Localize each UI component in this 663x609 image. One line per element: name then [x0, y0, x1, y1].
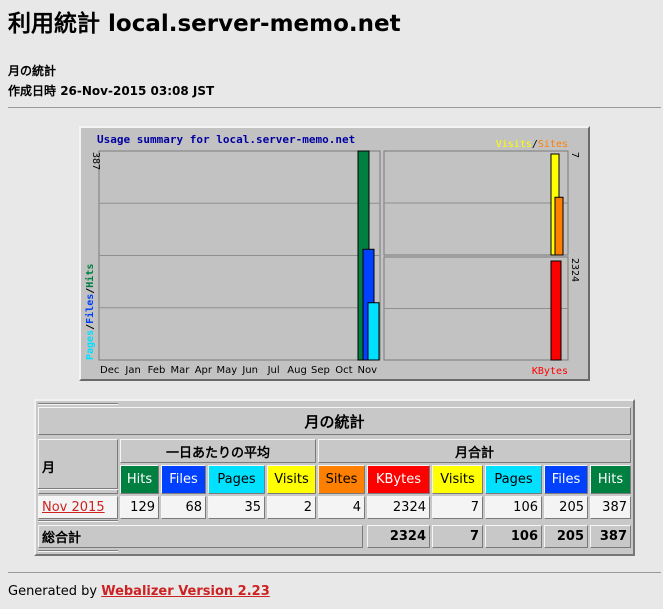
table-cell-pages: 35 [208, 496, 265, 519]
column-header-files: Files [161, 465, 206, 494]
column-header-pages: Pages [485, 465, 542, 494]
column-header-hits: Hits [590, 465, 631, 494]
month-column-header: 月 [38, 439, 118, 494]
grand-total-label: 総合計 [38, 525, 363, 548]
month-label: Mar [171, 365, 191, 376]
legend-visits: Visits [496, 139, 532, 150]
usage-summary-chart: Usage summary for local.server-memo.net V… [79, 126, 590, 381]
month-label: Oct [335, 365, 352, 376]
generated-value: 26-Nov-2015 03:08 JST [60, 84, 215, 98]
month-label: Dec [100, 365, 119, 376]
legend-sites: Sites [538, 139, 568, 150]
legend-hits: Hits [84, 264, 96, 288]
total-hits: 387 [590, 525, 631, 548]
month-label: Apr [195, 365, 213, 376]
month-label: May [216, 365, 237, 376]
column-header-kbytes: KBytes [367, 465, 430, 494]
table-ridge [38, 403, 118, 405]
right-top-legend: Visits/Sites [496, 139, 568, 150]
table-cell-kbytes: 2324 [367, 496, 430, 519]
total-files: 205 [544, 525, 588, 548]
webalizer-link[interactable]: Webalizer Version 2.23 [101, 584, 270, 599]
table-cell-pages: 106 [485, 496, 542, 519]
total-visits: 7 [432, 525, 483, 548]
footer-prefix: Generated by [8, 584, 98, 599]
page-title: 利用統計 local.server-memo.net [8, 11, 401, 37]
column-header-visits: Visits [267, 465, 316, 494]
column-header-files: Files [544, 465, 588, 494]
table-cell-files: 68 [161, 496, 206, 519]
column-header-hits: Hits [120, 465, 159, 494]
generated-label: 作成日時 [8, 84, 57, 98]
legend-files: Files [84, 294, 96, 324]
bar-kbytes [550, 260, 562, 361]
month-label: Nov [358, 365, 378, 376]
column-header-visits: Visits [432, 465, 483, 494]
table-ridge [38, 488, 118, 490]
usage-chart-svg: Usage summary for local.server-memo.net V… [84, 133, 580, 377]
total-kbytes: 2324 [367, 525, 430, 548]
column-header-sites: Sites [318, 465, 365, 494]
table-cell-visits: 2 [267, 496, 316, 519]
table-ridge [38, 550, 118, 552]
legend-pages: Pages [85, 330, 96, 360]
month-label: Aug [287, 365, 307, 376]
daily-average-header: 一日あたりの平均 [120, 439, 316, 463]
table-cell-hits: 387 [590, 496, 631, 519]
page-subtitle: 月の統計 [8, 64, 57, 78]
monthly-total-header: 月合計 [318, 439, 631, 463]
table-cell-hits: 129 [120, 496, 159, 519]
left-axis-max: 387 [90, 152, 101, 170]
table-cell-visits: 7 [432, 496, 483, 519]
generated-line: 作成日時 26-Nov-2015 03:08 JST [8, 82, 214, 99]
kbytes-legend: KBytes [532, 366, 568, 377]
divider-bottom [8, 572, 661, 573]
month-label: Jan [124, 365, 140, 376]
table-ridge [38, 520, 118, 522]
right-top-axis-max: 7 [569, 152, 580, 158]
total-pages: 106 [485, 525, 542, 548]
month-cell: Nov 2015 [38, 496, 118, 519]
monthly-stats-table: 月の統計 月 一日あたりの平均 月合計 Hits Files Pages Visits… [34, 399, 635, 556]
chart-title: Usage summary for local.server-memo.net [97, 133, 355, 146]
month-label: Jul [267, 365, 280, 376]
left-legend: Pages/Files/Hits [84, 264, 96, 360]
month-link[interactable]: Nov 2015 [42, 500, 105, 515]
table-cell-files: 205 [544, 496, 588, 519]
month-label: Jun [241, 365, 258, 376]
right-bottom-axis-max: 2324 [569, 258, 580, 282]
bar-pages [367, 302, 380, 361]
month-label: Feb [148, 365, 166, 376]
table-caption: 月の統計 [38, 407, 631, 435]
footer: Generated by Webalizer Version 2.23 [8, 584, 270, 599]
table-cell-sites: 4 [318, 496, 365, 519]
month-label: Sep [311, 365, 330, 376]
column-header-pages: Pages [208, 465, 265, 494]
bar-sites [554, 196, 564, 256]
divider-top [8, 107, 661, 108]
